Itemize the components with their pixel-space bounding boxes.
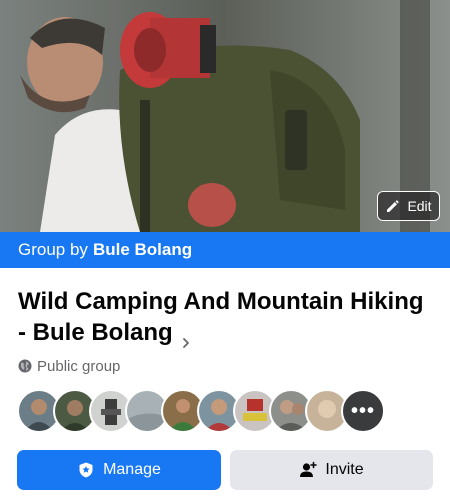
manage-button[interactable]: Manage — [17, 450, 221, 490]
chevron-right-icon — [179, 327, 193, 348]
banner-owner-name[interactable]: Bule Bolang — [93, 240, 192, 260]
manage-label: Manage — [103, 461, 161, 478]
more-members-button[interactable]: ••• — [341, 389, 385, 433]
group-title[interactable]: Wild Camping And Mountain Hiking - Bule … — [18, 286, 438, 348]
privacy-label: Public group — [37, 357, 121, 375]
globe-icon — [18, 359, 32, 373]
edit-cover-label: Edit — [407, 198, 432, 214]
invite-button[interactable]: Invite — [230, 450, 433, 490]
member-avatars[interactable]: ••• — [17, 389, 385, 433]
pencil-icon — [385, 198, 401, 214]
group-owner-banner[interactable]: Group by Bule Bolang — [0, 232, 450, 268]
shield-star-icon — [77, 461, 95, 479]
invite-label: Invite — [325, 461, 364, 478]
banner-prefix: Group by — [18, 240, 88, 259]
edit-cover-button[interactable]: Edit — [377, 191, 440, 221]
cover-photo[interactable]: Edit — [0, 0, 450, 232]
add-person-icon — [299, 461, 318, 479]
group-title-text: Wild Camping And Mountain Hiking - Bule … — [18, 288, 424, 346]
group-privacy: Public group — [18, 356, 120, 376]
